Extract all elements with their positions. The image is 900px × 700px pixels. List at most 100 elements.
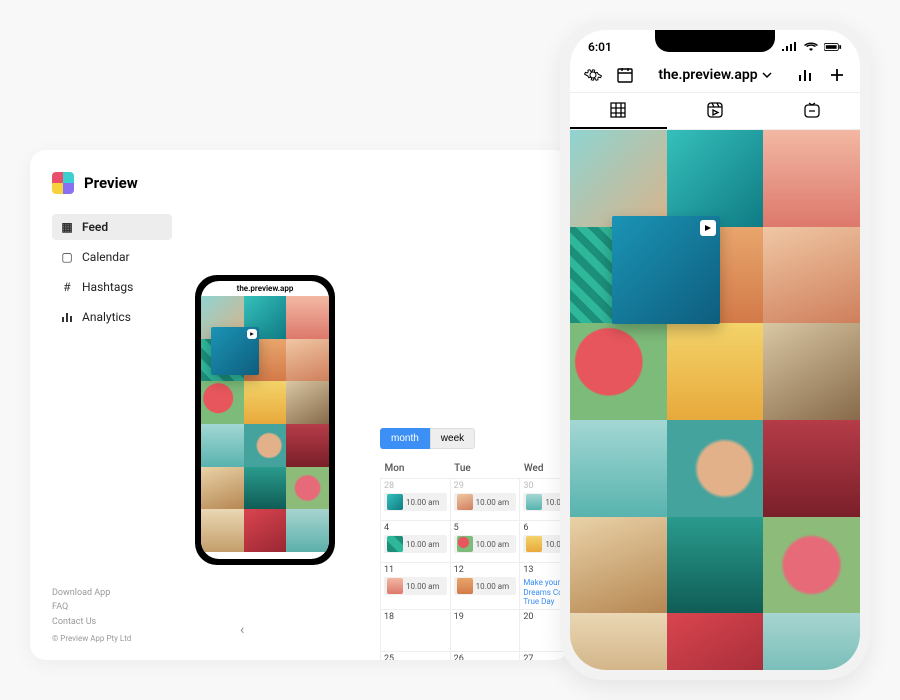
calendar-panel: month week Ja MonTueWed 2810.00 am2910.0…	[380, 428, 570, 660]
account-switcher[interactable]: the.preview.app	[658, 67, 771, 83]
feed-tile[interactable]	[763, 420, 860, 517]
calendar-event[interactable]: 10.00 am	[454, 493, 517, 511]
sidebar-collapse-icon[interactable]: ‹	[240, 622, 244, 638]
feed-tile[interactable]	[244, 381, 287, 424]
mini-dragging-tile[interactable]	[211, 327, 259, 375]
feed-tile[interactable]	[244, 509, 287, 552]
feed-tile[interactable]	[286, 339, 329, 382]
calendar-cell[interactable]: 2810.00 am	[381, 479, 451, 521]
mini-phone-title: the.preview.app	[201, 281, 329, 296]
reels-icon	[706, 101, 724, 119]
event-thumb	[457, 494, 473, 510]
footer-links: Download App FAQ Contact Us © Preview Ap…	[52, 586, 131, 646]
feed-tile[interactable]	[667, 323, 764, 420]
sidebar-item-calendar[interactable]: ▢ Calendar	[52, 244, 172, 270]
feed-tile[interactable]	[244, 467, 287, 510]
feed-tile[interactable]	[286, 296, 329, 339]
reels-icon	[247, 329, 257, 339]
event-thumb	[387, 494, 403, 510]
settings-icon[interactable]	[584, 66, 602, 84]
tab-igtv[interactable]	[763, 93, 860, 129]
mini-phone-preview: the.preview.app	[195, 275, 335, 565]
battery-icon	[824, 38, 842, 56]
footer-faq[interactable]: FAQ	[52, 600, 131, 614]
calendar-cell[interactable]: 26Spouse's Day	[450, 651, 520, 660]
chevron-down-icon	[762, 70, 772, 80]
event-time: 10.00 am	[476, 498, 509, 507]
analytics-icon	[60, 311, 74, 323]
sidebar-item-analytics[interactable]: Analytics	[52, 304, 172, 330]
view-week-button[interactable]: week	[430, 428, 475, 449]
reels-icon	[700, 220, 716, 236]
dragging-tile[interactable]	[612, 216, 720, 324]
feed-tile[interactable]	[570, 130, 667, 227]
calendar-event[interactable]: 10.00 am	[384, 577, 447, 595]
grid-icon: ▦	[60, 220, 74, 234]
feed-tile[interactable]	[667, 517, 764, 614]
feed-tile[interactable]	[286, 381, 329, 424]
event-thumb	[457, 536, 473, 552]
calendar-table: MonTueWed 2810.00 am2910.00 am3010.00 am…	[380, 459, 570, 660]
app-name: Preview	[84, 174, 138, 192]
feed-tile[interactable]	[570, 323, 667, 420]
footer-contact[interactable]: Contact Us	[52, 615, 131, 629]
feed-tile[interactable]	[201, 509, 244, 552]
feed-tile[interactable]	[570, 613, 667, 670]
event-thumb	[387, 536, 403, 552]
calendar-cell[interactable]: 25	[381, 651, 451, 660]
view-month-button[interactable]: month	[380, 428, 430, 449]
event-thumb	[387, 578, 403, 594]
tab-grid[interactable]	[570, 93, 667, 129]
calendar-event[interactable]: 10.00 am	[384, 535, 447, 553]
phone-notch	[655, 30, 775, 52]
feed-tile[interactable]	[201, 467, 244, 510]
calendar-cell[interactable]: 410.00 am	[381, 521, 451, 563]
feed-tile[interactable]	[201, 424, 244, 467]
feed-tile[interactable]	[244, 424, 287, 467]
feed-tile[interactable]	[570, 420, 667, 517]
signal-icon	[780, 38, 798, 56]
feed-tile[interactable]	[667, 130, 764, 227]
calendar-event[interactable]: 10.00 am	[454, 535, 517, 553]
feed-tile[interactable]	[201, 381, 244, 424]
feed-tile[interactable]	[286, 467, 329, 510]
feed-tile[interactable]	[667, 613, 764, 670]
event-thumb	[457, 578, 473, 594]
tab-reels[interactable]	[667, 93, 764, 129]
calendar-cell[interactable]: 19	[450, 609, 520, 651]
event-time: 10.00 am	[406, 498, 439, 507]
feed-tile[interactable]	[763, 130, 860, 227]
feed-tile[interactable]	[570, 517, 667, 614]
event-time: 10.00 am	[476, 540, 509, 549]
desktop-header: Preview	[52, 172, 548, 194]
calendar-icon: ▢	[60, 250, 74, 264]
calendar-cell[interactable]: 18	[381, 609, 451, 651]
calendar-view-toggle: month week	[380, 428, 570, 449]
feed-tile[interactable]	[667, 420, 764, 517]
calendar-cell[interactable]: 1210.00 am	[450, 563, 520, 610]
event-thumb	[526, 536, 542, 552]
event-thumb	[526, 494, 542, 510]
calendar-icon[interactable]	[616, 66, 634, 84]
footer-download[interactable]: Download App	[52, 586, 131, 600]
sidebar-item-hashtags[interactable]: # Hashtags	[52, 274, 172, 300]
calendar-cell[interactable]: 2910.00 am	[450, 479, 520, 521]
wifi-icon	[802, 38, 820, 56]
calendar-event[interactable]: 10.00 am	[454, 577, 517, 595]
calendar-day-header: Mon	[381, 459, 451, 479]
igtv-icon	[803, 101, 821, 119]
calendar-event[interactable]: 10.00 am	[384, 493, 447, 511]
feed-tile[interactable]	[763, 227, 860, 324]
analytics-icon[interactable]	[796, 66, 814, 84]
footer-copyright: © Preview App Pty Ltd	[52, 633, 131, 646]
feed-tile[interactable]	[286, 424, 329, 467]
feed-tile[interactable]	[763, 613, 860, 670]
calendar-cell[interactable]: 1110.00 am	[381, 563, 451, 610]
feed-tile[interactable]	[763, 323, 860, 420]
sidebar-item-feed[interactable]: ▦ Feed	[52, 214, 172, 240]
add-icon[interactable]	[828, 66, 846, 84]
feed-tile[interactable]	[763, 517, 860, 614]
feed-tile[interactable]	[286, 509, 329, 552]
sidebar-item-label: Analytics	[82, 310, 131, 324]
calendar-cell[interactable]: 510.00 am	[450, 521, 520, 563]
